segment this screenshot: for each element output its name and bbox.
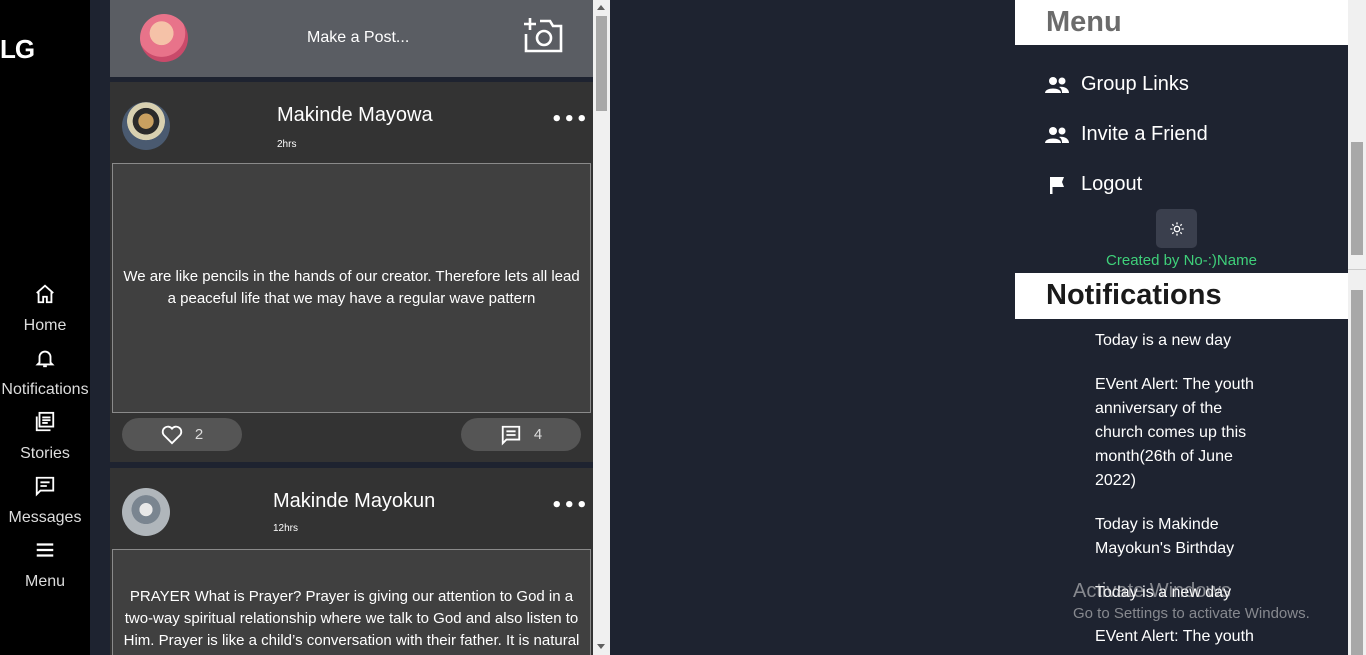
nav-home-label: Home <box>23 317 67 334</box>
menu-item-invite-friend[interactable]: Invite a Friend <box>1045 123 1208 146</box>
comment-button[interactable]: 4 <box>461 418 581 451</box>
heart-icon <box>161 425 182 444</box>
nav-stories[interactable]: Stories <box>0 411 90 463</box>
notification-item[interactable]: EVent Alert: The youth anniversary of th… <box>1095 373 1265 493</box>
more-options-icon[interactable]: ••• <box>551 495 589 516</box>
nav-home[interactable]: Home <box>0 283 90 335</box>
watermark-title: Activate Windows <box>1073 580 1231 602</box>
make-post-prompt[interactable]: Make a Post... <box>307 29 409 47</box>
scrollbar-thumb[interactable] <box>596 16 607 111</box>
post-author-name[interactable]: Makinde Mayokun <box>273 490 435 513</box>
nav-messages[interactable]: Messages <box>0 475 90 527</box>
nav-menu[interactable]: Menu <box>0 539 90 591</box>
menu-title: Menu <box>1046 6 1122 38</box>
comment-icon <box>501 425 520 445</box>
post-composer[interactable]: Make a Post... <box>110 0 593 77</box>
notifications-title: Notifications <box>1046 279 1222 311</box>
watermark-subtitle: Go to Settings to activate Windows. <box>1073 605 1310 622</box>
sun-icon <box>1169 221 1184 236</box>
feed-scrollbar[interactable] <box>593 0 610 655</box>
scroll-up-arrow[interactable] <box>597 5 605 10</box>
menu-item-label: Group Links <box>1081 73 1189 95</box>
nav-messages-label: Messages <box>8 509 82 526</box>
notifications-scroll-thumb[interactable] <box>1351 290 1363 655</box>
group-icon <box>1045 126 1069 143</box>
menu-item-group-links[interactable]: Group Links <box>1045 73 1189 96</box>
stories-icon <box>35 411 55 432</box>
right-scrollbar[interactable] <box>1348 0 1366 655</box>
post-body: We are like pencils in the hands of our … <box>112 163 591 413</box>
like-count: 2 <box>194 426 204 443</box>
menu-header: Menu <box>1015 0 1348 45</box>
nav-menu-label: Menu <box>24 573 66 590</box>
menu-item-label: Invite a Friend <box>1081 123 1208 145</box>
notifications-header: Notifications <box>1015 273 1348 319</box>
post-card: Makinde Mayokun 12hrs ••• PRAYER What is… <box>110 468 593 655</box>
post-time: 2hrs <box>277 139 297 150</box>
like-button[interactable]: 2 <box>122 418 242 451</box>
app-logo: LG <box>0 34 35 64</box>
post-card: Makinde Mayowa 2hrs ••• We are like penc… <box>110 82 593 462</box>
post-author-avatar[interactable] <box>122 488 170 536</box>
add-photo-icon[interactable] <box>522 16 564 54</box>
hamburger-icon <box>36 543 54 557</box>
message-icon <box>35 476 55 497</box>
notification-item[interactable]: Today is Makinde Mayokun's Birthday <box>1095 513 1265 561</box>
nav-stories-label: Stories <box>20 445 70 462</box>
notification-item[interactable]: Today is a new day <box>1095 329 1265 353</box>
post-author-avatar[interactable] <box>122 102 170 150</box>
user-avatar <box>140 14 188 62</box>
nav-notifications[interactable]: Notifications <box>0 347 90 399</box>
bell-icon <box>35 350 55 368</box>
post-author-name[interactable]: Makinde Mayowa <box>277 104 433 127</box>
theme-toggle-button[interactable] <box>1156 209 1197 248</box>
menu-scroll-thumb[interactable] <box>1351 142 1363 255</box>
scroll-down-arrow[interactable] <box>597 644 605 649</box>
group-icon <box>1045 76 1069 93</box>
menu-item-label: Logout <box>1081 173 1143 195</box>
right-panel: Menu Group Links Invite a Friend Logout … <box>1015 0 1366 655</box>
notification-item[interactable]: EVent Alert: The youth <box>1095 625 1265 649</box>
menu-item-logout[interactable]: Logout <box>1045 173 1142 196</box>
credit-text: Created by No-:)Name <box>1106 252 1257 269</box>
feed: Make a Post... Makinde Mayowa 2hrs ••• W… <box>110 0 593 655</box>
more-options-icon[interactable]: ••• <box>551 109 589 130</box>
nav-notifications-label: Notifications <box>1 381 89 398</box>
comment-count: 4 <box>533 426 543 443</box>
activate-windows-watermark: Activate Windows Go to Settings to activ… <box>1073 580 1310 622</box>
home-icon <box>36 284 54 304</box>
post-time: 12hrs <box>273 523 299 534</box>
left-nav: LG Home Notifications Stories Messages M… <box>0 0 90 655</box>
post-body: PRAYER What is Prayer? Prayer is giving … <box>112 549 591 655</box>
flag-icon <box>1050 176 1064 194</box>
